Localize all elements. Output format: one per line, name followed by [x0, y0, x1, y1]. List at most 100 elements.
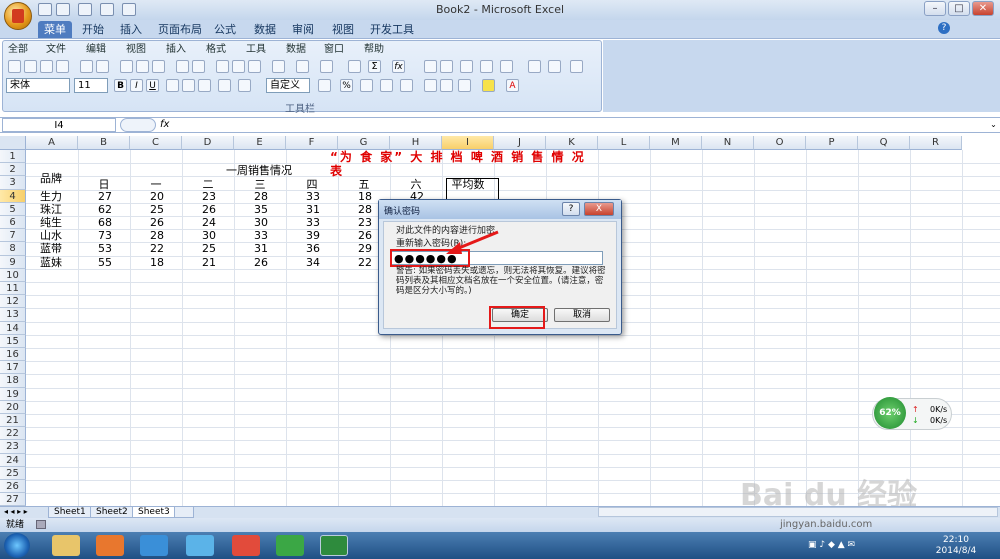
help-icon[interactable]: ? [938, 22, 950, 34]
font-name-select[interactable]: 宋体 [6, 78, 70, 93]
tab-review[interactable]: 审阅 [286, 21, 320, 38]
sales-cell[interactable]: 68 [98, 216, 112, 229]
sort-descending-icon[interactable] [440, 60, 453, 73]
row-header-17[interactable]: 17 [0, 361, 26, 375]
sales-cell[interactable]: 23 [358, 216, 372, 229]
menu-view[interactable]: 视图 [126, 43, 146, 57]
wrap-text-icon[interactable] [238, 79, 251, 92]
row-header-18[interactable]: 18 [0, 374, 26, 388]
close-button[interactable]: ✕ [972, 1, 994, 16]
start-button[interactable] [4, 533, 30, 558]
font-color-icon[interactable]: A [506, 79, 519, 92]
new-icon[interactable] [8, 60, 21, 73]
sales-cell[interactable]: 22 [358, 256, 372, 269]
row-header-8[interactable]: 8 [0, 242, 26, 256]
sales-cell[interactable]: 28 [254, 190, 268, 203]
research-icon[interactable] [136, 60, 149, 73]
chrome-icon[interactable] [232, 535, 260, 556]
row-header-27[interactable]: 27 [0, 493, 26, 507]
align-center-icon[interactable] [182, 79, 195, 92]
column-header-i[interactable]: I [442, 136, 494, 150]
sales-cell[interactable]: 62 [98, 203, 112, 216]
sales-cell[interactable]: 28 [358, 203, 372, 216]
menu-edit[interactable]: 编辑 [86, 43, 106, 57]
brand-cell[interactable]: 生力 [40, 190, 62, 203]
number-format-select[interactable]: 自定义 [266, 78, 310, 93]
tab-menu[interactable]: 菜单 [38, 21, 72, 38]
spell-check-icon[interactable] [176, 60, 189, 73]
menu-all[interactable]: 全部 [8, 43, 28, 57]
copy-icon[interactable] [232, 60, 245, 73]
comma-style-icon[interactable] [360, 79, 373, 92]
brand-cell[interactable]: 蓝带 [40, 242, 62, 255]
sales-cell[interactable]: 25 [202, 242, 216, 255]
sales-cell[interactable]: 18 [358, 190, 372, 203]
sales-cell[interactable]: 31 [306, 203, 320, 216]
brand-cell[interactable]: 纯生 [40, 216, 62, 229]
chart-wizard-icon[interactable] [460, 60, 473, 73]
save-file-icon[interactable] [40, 60, 53, 73]
tab-home[interactable]: 开始 [76, 21, 110, 38]
dialog-close-button[interactable]: X [584, 202, 614, 216]
tab-page-layout[interactable]: 页面布局 [152, 21, 208, 38]
percent-icon[interactable]: % [340, 79, 353, 92]
name-box[interactable]: I4 [2, 118, 116, 132]
column-header-n[interactable]: N [702, 136, 754, 150]
column-header-h[interactable]: H [390, 136, 442, 150]
column-header-o[interactable]: O [754, 136, 806, 150]
column-header-a[interactable]: A [26, 136, 78, 150]
brand-cell[interactable]: 珠江 [40, 203, 62, 216]
sales-cell[interactable]: 23 [202, 190, 216, 203]
save-icon[interactable] [38, 3, 52, 16]
row-header-2[interactable]: 2 [0, 163, 26, 177]
underline-icon[interactable]: U [146, 79, 159, 92]
zoom-icon[interactable] [500, 60, 513, 73]
tab-formulas[interactable]: 公式 [208, 21, 242, 38]
table-icon[interactable] [528, 60, 541, 73]
increase-indent-icon[interactable] [440, 79, 453, 92]
office-button[interactable] [4, 2, 32, 30]
sales-cell[interactable]: 34 [306, 256, 320, 269]
sales-cell[interactable]: 73 [98, 229, 112, 242]
menu-help[interactable]: 帮助 [364, 43, 384, 57]
ie-icon[interactable] [140, 535, 168, 556]
macro-record-icon[interactable] [36, 520, 46, 529]
print-icon[interactable] [80, 60, 93, 73]
format-painter-icon[interactable] [272, 60, 285, 73]
row-header-13[interactable]: 13 [0, 308, 26, 322]
media-player-icon[interactable] [96, 535, 124, 556]
sheet-tab-1[interactable]: Sheet1 [48, 506, 92, 518]
undo-icon[interactable] [56, 3, 70, 16]
column-header-q[interactable]: Q [858, 136, 910, 150]
tab-data[interactable]: 数据 [248, 21, 282, 38]
open-icon[interactable] [100, 3, 114, 16]
maximize-button[interactable]: □ [948, 1, 970, 16]
function-icon[interactable]: fx [392, 60, 405, 73]
sales-cell[interactable]: 27 [98, 190, 112, 203]
brand-cell[interactable]: 山水 [40, 229, 62, 242]
row-header-1[interactable]: 1 [0, 150, 26, 164]
sales-cell[interactable]: 26 [358, 229, 372, 242]
system-tray-icons[interactable]: ▣ ♪ ◆ ▲ ✉ [808, 540, 918, 552]
column-header-f[interactable]: F [286, 136, 338, 150]
column-header-d[interactable]: D [182, 136, 234, 150]
row-header-7[interactable]: 7 [0, 229, 26, 243]
autosum-icon[interactable]: Σ [368, 60, 381, 73]
sales-cell[interactable]: 53 [98, 242, 112, 255]
brand-cell[interactable]: 蓝妹 [40, 256, 62, 269]
new-sheet-icon[interactable] [174, 506, 194, 518]
column-header-k[interactable]: K [546, 136, 598, 150]
thesaurus-icon[interactable] [152, 60, 165, 73]
app-icon[interactable] [186, 535, 214, 556]
menu-tools[interactable]: 工具 [246, 43, 266, 57]
cancel-button[interactable]: 取消 [554, 308, 610, 322]
tab-view[interactable]: 视图 [326, 21, 360, 38]
insert-function-icon[interactable]: fx [160, 118, 174, 132]
explorer-icon[interactable] [52, 535, 80, 556]
row-header-9[interactable]: 9 [0, 255, 26, 269]
customize-qat-icon[interactable] [122, 3, 136, 16]
column-header-m[interactable]: M [650, 136, 702, 150]
row-header-20[interactable]: 20 [0, 400, 26, 414]
clock[interactable]: 22:10 2014/8/4 [928, 535, 984, 557]
hyperlink-icon[interactable] [348, 60, 361, 73]
